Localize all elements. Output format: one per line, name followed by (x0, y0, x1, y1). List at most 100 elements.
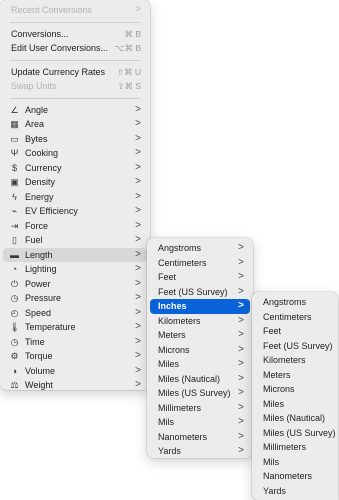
menu-item-label: Kilometers (158, 315, 201, 326)
weight-icon: ⚖ (10, 380, 19, 390)
length-unit-feet[interactable]: Feet > (150, 270, 250, 285)
length-unit-miles-us-survey[interactable]: Miles (US Survey) > (150, 386, 250, 401)
inches-to-centimeters[interactable]: Centimeters (255, 310, 335, 325)
menu-item-label: Meters (158, 330, 186, 340)
menu-item-label: Microns (263, 384, 295, 394)
length-unit-mils[interactable]: Mils > (150, 415, 250, 430)
menu-item-label: Lighting (25, 264, 57, 274)
inches-to-angstroms[interactable]: Angstroms (255, 295, 335, 310)
category-item-fuel[interactable]: ▯ Fuel > (3, 233, 147, 248)
category-item-currency[interactable]: $ Currency > (3, 161, 147, 176)
chevron-right-icon: > (238, 343, 244, 355)
bytes-icon: ▭ (10, 133, 19, 144)
length-unit-yards[interactable]: Yards > (150, 444, 250, 459)
inches-to-miles-nautical[interactable]: Miles (Nautical) (255, 411, 335, 426)
energy-icon: ϟ (12, 191, 17, 202)
menu-item-label: Update Currency Rates (11, 66, 106, 77)
length-unit-miles-nautical[interactable]: Miles (Nautical) > (150, 372, 250, 387)
category-item-force[interactable]: ⇥ Force > (3, 219, 147, 234)
length-unit-angstroms[interactable]: Angstroms > (150, 241, 250, 256)
menu-separator (10, 97, 140, 99)
temperature-icon: 🌡 (9, 322, 21, 332)
category-item-time[interactable]: ◷ Time > (3, 335, 147, 350)
chevron-right-icon: > (135, 277, 141, 289)
length-unit-inches[interactable]: Inches > (150, 299, 250, 314)
menu-item-label: Millimeters (158, 402, 202, 413)
chevron-right-icon: > (135, 118, 141, 129)
torque-icon: ⚙ (10, 351, 19, 361)
length-unit-centimeters[interactable]: Centimeters > (150, 256, 250, 271)
menu-item-label: Miles (Nautical) (158, 373, 221, 384)
keyboard-shortcut: ⌘ B (124, 28, 141, 39)
length-unit-meters[interactable]: Meters > (150, 328, 250, 343)
category-item-speed[interactable]: ◴ Speed > (3, 306, 147, 321)
chevron-right-icon: > (135, 321, 141, 332)
length-unit-miles[interactable]: Miles > (150, 357, 250, 372)
menu-item-label: Volume (25, 365, 56, 376)
angle-icon: ∠ (10, 104, 19, 115)
chevron-right-icon: > (135, 103, 141, 115)
category-item-ev-efficiency[interactable]: ⌁ EV Efficiency > (3, 204, 147, 219)
category-item-temperature[interactable]: 🌡 Temperature > (3, 320, 147, 335)
menu-item-edit-user-conversions[interactable]: Edit User Conversions... ⌥⌘ B (3, 41, 147, 56)
category-item-area[interactable]: ▦ Area > (3, 117, 147, 132)
lighting-icon: ◔ (11, 264, 18, 274)
inches-to-meters[interactable]: Meters (255, 368, 335, 383)
inches-to-mils[interactable]: Mils (255, 455, 335, 470)
category-item-density[interactable]: ▣ Density > (3, 175, 147, 190)
menu-item-label: Centimeters (263, 311, 312, 322)
menu-item-label: Mils (263, 456, 279, 467)
menu-item-label: Angstroms (158, 243, 202, 253)
length-unit-feet-us-survey[interactable]: Feet (US Survey) > (150, 285, 250, 300)
inches-to-kilometers[interactable]: Kilometers (255, 353, 335, 368)
category-item-energy[interactable]: ϟ Energy > (3, 190, 147, 205)
menu-item-label: Centimeters (158, 257, 207, 268)
menu-item-label: Yards (263, 485, 286, 496)
category-item-power[interactable]: ⏻ Power > (3, 277, 147, 292)
chevron-right-icon: > (135, 335, 141, 347)
category-item-length[interactable]: ▬ Length > (3, 247, 147, 262)
menu-item-label: Microns (158, 344, 190, 355)
category-item-lighting[interactable]: ◔ Lighting > (3, 262, 147, 277)
chevron-right-icon: > (238, 358, 244, 369)
menu-item-label: Yards (158, 446, 181, 456)
length-unit-nanometers[interactable]: Nanometers > (150, 430, 250, 445)
category-item-torque[interactable]: ⚙ Torque > (3, 349, 147, 364)
chevron-right-icon: > (135, 219, 141, 231)
inches-to-feet-us-survey[interactable]: Feet (US Survey) (255, 339, 335, 354)
chevron-right-icon: > (135, 205, 141, 216)
inches-to-microns[interactable]: Microns (255, 382, 335, 397)
menu-item-label: Recent Conversions (11, 5, 93, 15)
menu-item-label: Feet (158, 272, 177, 282)
inches-to-yards[interactable]: Yards (255, 484, 335, 499)
chevron-right-icon: > (135, 263, 141, 274)
category-item-weight[interactable]: ⚖ Weight > (3, 378, 147, 393)
inches-to-feet[interactable]: Feet (255, 324, 335, 339)
length-unit-millimeters[interactable]: Millimeters > (150, 401, 250, 416)
menu-item-update-currency-rates[interactable]: Update Currency Rates ⇧⌘ U (3, 65, 147, 80)
category-item-pressure[interactable]: ◷ Pressure > (3, 291, 147, 306)
keyboard-shortcut: ⌥⌘ B (114, 43, 141, 53)
chevron-right-icon: > (135, 364, 141, 376)
inches-to-miles[interactable]: Miles (255, 397, 335, 412)
category-item-bytes[interactable]: ▭ Bytes > (3, 132, 147, 147)
pressure-icon: ◷ (10, 293, 19, 303)
chevron-right-icon: > (238, 285, 244, 297)
menu-item-label: Meters (263, 369, 291, 380)
length-unit-kilometers[interactable]: Kilometers > (150, 314, 250, 329)
chevron-right-icon: > (238, 300, 244, 311)
length-unit-microns[interactable]: Microns > (150, 343, 250, 358)
category-item-cooking[interactable]: Ψ Cooking > (3, 146, 147, 161)
menu-item-label: Bytes (25, 133, 48, 144)
inches-to-nanometers[interactable]: Nanometers (255, 469, 335, 484)
menu-item-conversions[interactable]: Conversions... ⌘ B (3, 27, 147, 42)
inches-to-miles-us-survey[interactable]: Miles (US Survey) (255, 426, 336, 441)
menu-item-label: Kilometers (263, 355, 306, 365)
menu-item-label: Fuel (25, 235, 43, 245)
category-item-angle[interactable]: ∠ Angle > (3, 103, 147, 118)
menu-separator (10, 59, 140, 61)
menu-item-label: Feet (US Survey) (263, 340, 333, 351)
category-item-volume[interactable]: ◑ Volume > (3, 364, 147, 379)
chevron-right-icon: > (135, 248, 141, 260)
inches-to-millimeters[interactable]: Millimeters (255, 440, 335, 455)
